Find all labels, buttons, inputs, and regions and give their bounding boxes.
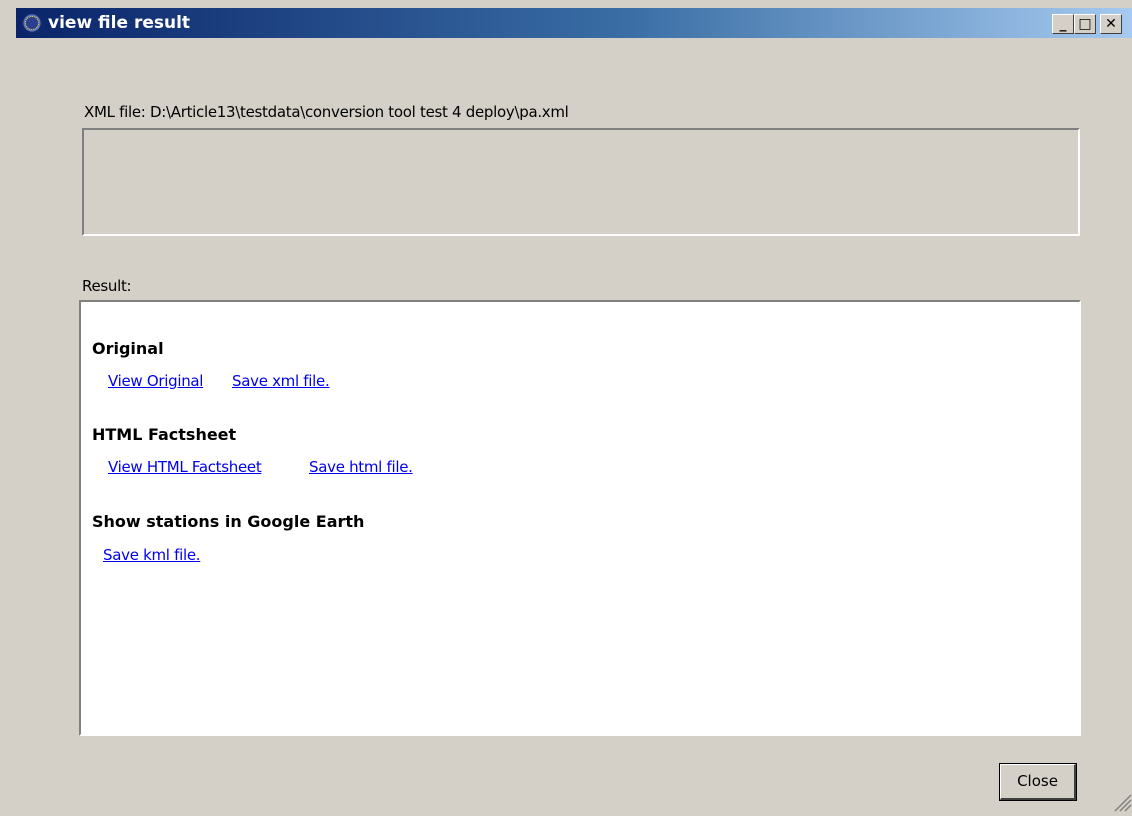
section-title-html-factsheet: HTML Factsheet bbox=[92, 425, 237, 444]
minimize-button[interactable]: _ bbox=[1052, 14, 1074, 34]
result-label: Result: bbox=[82, 277, 132, 295]
maximize-button[interactable]: □ bbox=[1074, 14, 1096, 34]
eu-flag-icon bbox=[22, 13, 42, 33]
close-button[interactable]: Close bbox=[999, 763, 1077, 801]
view-html-factsheet-link[interactable]: View HTML Factsheet bbox=[108, 458, 262, 476]
dialog-window: view file result _ □ ✕ XML file: D:\Arti… bbox=[0, 0, 1132, 816]
save-html-link[interactable]: Save html file. bbox=[309, 458, 413, 476]
resize-grip-icon[interactable] bbox=[1110, 790, 1132, 812]
window-title: view file result bbox=[48, 13, 191, 33]
section-title-original: Original bbox=[92, 339, 164, 358]
title-bar[interactable]: view file result _ □ ✕ bbox=[16, 8, 1132, 38]
xml-file-label: XML file: D:\Article13\testdata\conversi… bbox=[84, 103, 569, 121]
section-title-google-earth: Show stations in Google Earth bbox=[92, 512, 365, 531]
close-window-button[interactable]: ✕ bbox=[1100, 14, 1122, 34]
save-xml-link[interactable]: Save xml file. bbox=[232, 372, 330, 390]
save-kml-link[interactable]: Save kml file. bbox=[103, 546, 201, 564]
view-original-link[interactable]: View Original bbox=[108, 372, 203, 390]
xml-file-panel bbox=[82, 128, 1080, 236]
